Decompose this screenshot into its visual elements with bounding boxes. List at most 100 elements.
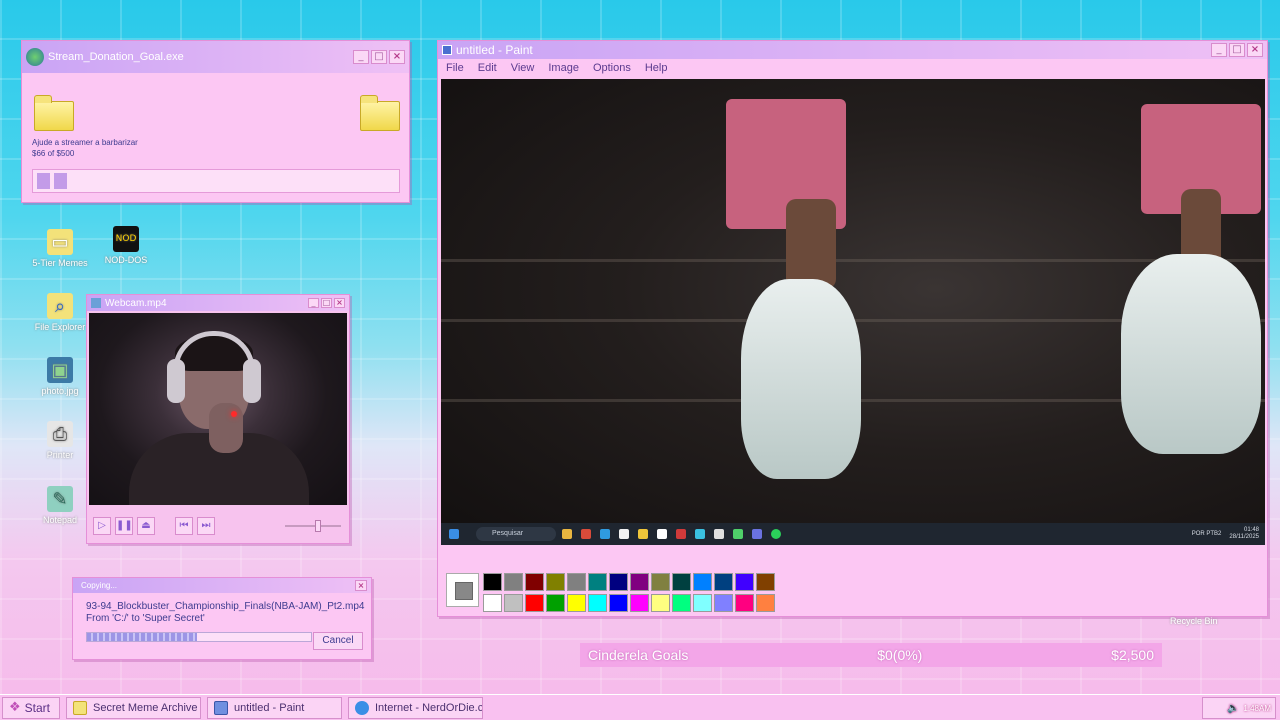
palette-swatch[interactable]	[483, 594, 502, 612]
close-button[interactable]: ×	[1247, 43, 1263, 57]
app-icon	[771, 529, 781, 539]
menu-options[interactable]: Options	[593, 62, 631, 74]
volume-slider[interactable]	[285, 520, 341, 532]
previous-icon[interactable]: ⏮	[175, 517, 193, 535]
maximize-button[interactable]: □	[321, 298, 332, 308]
app-icon	[695, 529, 705, 539]
led-light	[231, 411, 237, 417]
copying-title: Copying...	[81, 581, 118, 590]
palette-swatch[interactable]	[693, 573, 712, 591]
screenshot-lang: POR PTB2	[1191, 531, 1222, 537]
app-icon	[638, 529, 648, 539]
palette-swatch[interactable]	[567, 594, 586, 612]
pause-icon[interactable]: ❚❚	[115, 517, 133, 535]
start-button[interactable]: ❖ Start	[2, 696, 60, 719]
desktop-icon-label: Printer	[46, 450, 74, 460]
palette-swatch[interactable]	[756, 594, 775, 612]
magnifier-icon: ⌕	[47, 293, 73, 319]
palette-swatch[interactable]	[546, 573, 565, 591]
palette-swatch[interactable]	[714, 573, 733, 591]
palette-swatch[interactable]	[672, 573, 691, 591]
app-icon	[676, 529, 686, 539]
internet-icon	[355, 700, 369, 715]
globe-icon	[26, 48, 44, 66]
eject-icon[interactable]: ⏏	[137, 517, 155, 535]
palette-swatch[interactable]	[483, 573, 502, 591]
recycle-bin-label[interactable]: Recycle Bin	[1170, 616, 1218, 626]
screenshot-search: Pesquisar	[476, 527, 556, 541]
palette-swatch[interactable]	[609, 594, 628, 612]
folder-open-icon	[360, 95, 400, 131]
folder-icon	[73, 700, 87, 715]
minimize-button[interactable]: _	[353, 50, 369, 64]
video-icon	[91, 298, 101, 308]
task-paint[interactable]: untitled - Paint	[207, 696, 342, 719]
menu-image[interactable]: Image	[548, 62, 579, 74]
palette-swatch[interactable]	[714, 594, 733, 612]
next-icon[interactable]: ⏭	[197, 517, 215, 535]
palette-swatch[interactable]	[651, 573, 670, 591]
start-logo-icon: ❖	[9, 700, 21, 715]
palette-swatch[interactable]	[672, 594, 691, 612]
copying-route: From 'C:/' to 'Super Secret'	[86, 613, 205, 624]
maximize-button[interactable]: □	[1229, 43, 1245, 57]
task-secret-meme-archive[interactable]: Secret Meme Archive	[66, 696, 201, 719]
close-button[interactable]: ×	[389, 50, 405, 64]
donation-titlebar[interactable]: Stream_Donation_Goal.exe _ □ ×	[22, 41, 409, 73]
desktop-icon-printer[interactable]: ⎙ Printer	[30, 421, 90, 460]
palette-swatch[interactable]	[651, 594, 670, 612]
goals-target: $2,500	[1111, 647, 1154, 663]
palette-swatch[interactable]	[588, 594, 607, 612]
desktop-icon-notepad[interactable]: ✎ Notepad	[30, 486, 90, 525]
palette-swatch[interactable]	[693, 594, 712, 612]
speaker-icon[interactable]: 🔈	[1227, 703, 1239, 714]
webcam-titlebar[interactable]: Webcam.mp4 _ □ ×	[87, 295, 349, 311]
volume-thumb[interactable]	[315, 520, 321, 532]
desktop-icon-label: photo.jpg	[41, 386, 79, 396]
task-internet[interactable]: Internet - NerdOrDie.com	[348, 696, 483, 719]
menu-file[interactable]: File	[446, 62, 464, 74]
palette-swatch[interactable]	[735, 573, 754, 591]
app-icon	[619, 529, 629, 539]
copying-titlebar[interactable]: Copying... ×	[73, 578, 371, 593]
desktop-icon-photo[interactable]: ▣ photo.jpg	[30, 357, 90, 396]
cancel-button[interactable]: Cancel	[313, 632, 363, 650]
menu-view[interactable]: View	[511, 62, 535, 74]
desktop-icon-memes[interactable]: ▭ 5-Tier Memes	[30, 229, 90, 268]
folder-icon	[34, 95, 74, 131]
palette-swatch[interactable]	[567, 573, 586, 591]
task-label: untitled - Paint	[234, 701, 305, 714]
paint-window: untitled - Paint _ □ × File Edit View Im…	[437, 40, 1268, 617]
donation-goal-window: Stream_Donation_Goal.exe _ □ × Ajude a s…	[21, 40, 410, 203]
palette-swatch[interactable]	[588, 573, 607, 591]
menu-edit[interactable]: Edit	[478, 62, 497, 74]
palette-swatch[interactable]	[609, 573, 628, 591]
palette-swatch[interactable]	[546, 594, 565, 612]
menu-help[interactable]: Help	[645, 62, 668, 74]
palette-swatch[interactable]	[630, 594, 649, 612]
minimize-button[interactable]: _	[1211, 43, 1227, 57]
palette-swatch[interactable]	[525, 594, 544, 612]
color-palette	[446, 573, 776, 613]
desktop-icon-label: NOD-DOS	[104, 255, 148, 265]
play-icon[interactable]: ▷	[93, 517, 111, 535]
progress-block	[37, 173, 50, 189]
palette-swatch[interactable]	[504, 573, 523, 591]
desktop-icon-nod-dos[interactable]: NOD NOD-DOS	[96, 226, 156, 265]
palette-swatch[interactable]	[504, 594, 523, 612]
close-button[interactable]: ×	[334, 298, 345, 308]
palette-swatch[interactable]	[735, 594, 754, 612]
maximize-button[interactable]: □	[371, 50, 387, 64]
desktop-icon-file-explorer[interactable]: ⌕ File Explorer	[30, 293, 90, 332]
palette-swatch[interactable]	[525, 573, 544, 591]
app-icon	[657, 529, 667, 539]
minimize-button[interactable]: _	[308, 298, 319, 308]
app-icon	[562, 529, 572, 539]
paint-titlebar[interactable]: untitled - Paint _ □ ×	[438, 41, 1267, 59]
current-color[interactable]	[446, 573, 479, 607]
palette-swatch[interactable]	[630, 573, 649, 591]
palette-grid	[483, 573, 776, 613]
palette-swatch[interactable]	[756, 573, 775, 591]
app-icon	[600, 529, 610, 539]
close-button[interactable]: ×	[355, 580, 367, 591]
